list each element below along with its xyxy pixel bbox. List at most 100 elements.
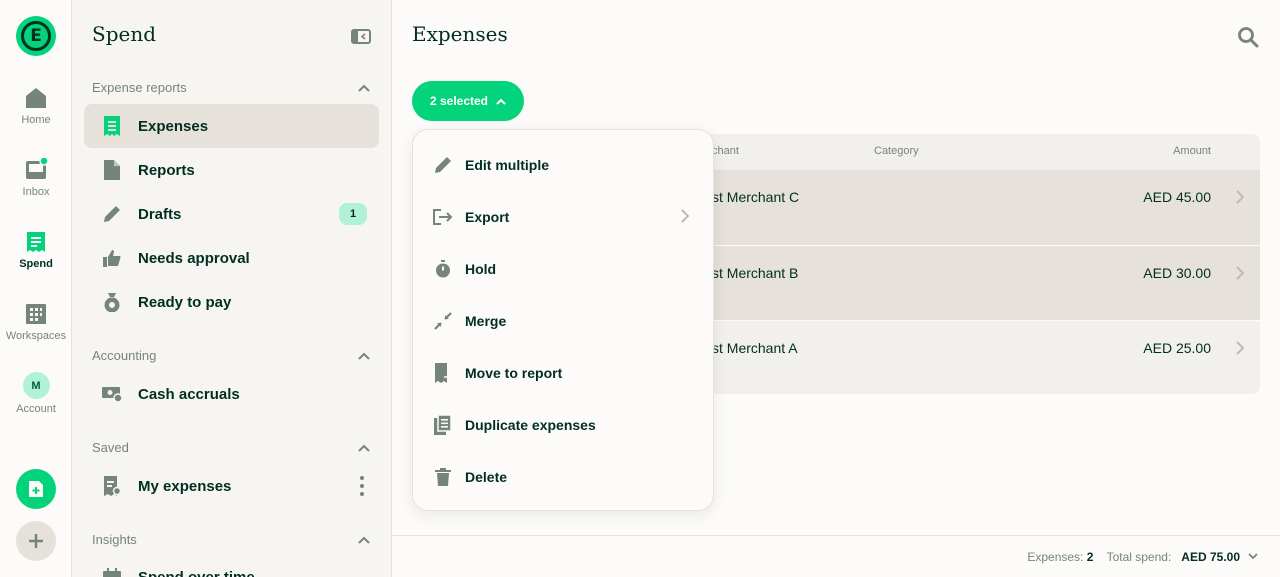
sidebar-item-spend-over-time[interactable]: Spend over time	[84, 555, 379, 577]
sidebar-item-cash-accruals[interactable]: Cash accruals	[84, 372, 379, 416]
drafts-count-badge: 1	[339, 203, 367, 225]
menu-item-edit-multiple[interactable]: Edit multiple	[413, 139, 713, 191]
column-category[interactable]: Category	[874, 145, 919, 157]
rail-label-inbox: Inbox	[22, 186, 50, 198]
avatar: M	[22, 372, 50, 399]
menu-item-label: Hold	[465, 261, 497, 277]
chevron-up-icon	[358, 444, 370, 452]
menu-item-export[interactable]: Export	[413, 191, 713, 243]
menu-item-delete[interactable]: Delete	[413, 451, 713, 503]
expensify-logo[interactable]: E	[16, 16, 56, 56]
sidebar-item-reports[interactable]: Reports	[84, 148, 379, 192]
menu-item-label: Export	[465, 209, 510, 225]
calendar-icon	[102, 567, 122, 577]
money-bag-icon	[102, 292, 122, 312]
sidebar-item-label: Ready to pay	[138, 293, 232, 311]
amount-cell: AED 25.00	[1143, 340, 1211, 356]
rail-item-home[interactable]: Home	[0, 86, 72, 126]
menu-item-label: Move to report	[465, 365, 563, 381]
pencil-icon	[102, 204, 122, 224]
merge-icon	[433, 311, 453, 331]
amount-cell: AED 30.00	[1143, 265, 1211, 281]
saved-search-icon	[102, 476, 122, 496]
rail-label-account: Account	[16, 403, 56, 415]
rail-label-workspaces: Workspaces	[5, 330, 67, 342]
column-amount[interactable]: Amount	[1173, 145, 1211, 157]
sidebar-item-label: Drafts	[138, 205, 182, 223]
menu-item-hold[interactable]: Hold	[413, 243, 713, 295]
stopwatch-icon	[433, 259, 453, 279]
rail-item-workspaces[interactable]: Workspaces	[0, 302, 72, 342]
menu-item-merge[interactable]: Merge	[413, 295, 713, 347]
sidebar-item-label: Expenses	[138, 117, 209, 135]
logo-letter: E	[21, 21, 51, 51]
section-label: Insights	[92, 532, 137, 547]
selection-count: 2 selected	[429, 94, 489, 108]
duplicate-icon	[433, 415, 453, 435]
amount-cell: AED 45.00	[1143, 189, 1211, 205]
rail-label-spend: Spend	[19, 258, 53, 270]
sidebar-item-label: Spend over time	[138, 568, 255, 577]
sidebar-item-label: Needs approval	[138, 249, 250, 267]
inbox-icon	[26, 158, 48, 179]
totals-summary[interactable]: Expenses: 2 Total spend: AED 75.00	[1027, 550, 1240, 564]
rail-item-spend[interactable]: Spend	[0, 230, 72, 270]
new-expense-icon	[29, 481, 43, 497]
section-expense-reports[interactable]: Expense reports	[92, 80, 370, 95]
search-icon[interactable]	[1237, 26, 1259, 48]
section-label: Expense reports	[92, 80, 187, 95]
more-options-icon[interactable]	[359, 476, 365, 496]
section-label: Saved	[92, 440, 129, 455]
create-expense-button[interactable]	[16, 469, 56, 509]
column-merchant[interactable]: chant	[712, 145, 739, 157]
merchant-cell: st Merchant A	[712, 340, 798, 356]
selection-dropdown-button[interactable]: 2 selected	[412, 81, 524, 121]
total-spend-label: Total spend:	[1106, 550, 1172, 564]
totals-footer: Expenses: 2 Total spend: AED 75.00	[392, 535, 1280, 577]
section-saved[interactable]: Saved	[92, 440, 370, 455]
menu-item-duplicate-expenses[interactable]: Duplicate expenses	[413, 399, 713, 451]
expenses-count-label: Expenses:	[1027, 550, 1084, 564]
move-to-report-icon	[433, 363, 453, 383]
receipt-icon	[102, 116, 122, 136]
section-label: Accounting	[92, 348, 157, 363]
sidebar-item-ready-to-pay[interactable]: Ready to pay	[84, 280, 379, 324]
chevron-up-icon	[358, 536, 370, 544]
trash-icon	[433, 467, 453, 487]
thumbs-up-icon	[102, 248, 122, 268]
menu-item-label: Edit multiple	[465, 157, 549, 173]
cash-icon	[102, 384, 122, 404]
sidebar-item-expenses[interactable]: Expenses	[84, 104, 379, 148]
merchant-cell: st Merchant C	[712, 189, 800, 205]
total-spend-value: AED 75.00	[1181, 550, 1240, 564]
menu-item-label: Merge	[465, 313, 507, 329]
sidebar-item-label: Reports	[138, 161, 195, 179]
bulk-actions-menu: Edit multiple Export Hold Merge Move to …	[412, 129, 714, 511]
spend-sidebar: Spend Expense reports Expenses Reports D…	[72, 0, 392, 577]
chevron-right-icon	[1236, 266, 1244, 280]
home-icon	[26, 88, 46, 108]
rail-label-home: Home	[21, 114, 51, 126]
rail-item-inbox[interactable]: Inbox	[0, 158, 72, 198]
collapse-sidebar-icon[interactable]	[351, 29, 371, 44]
sidebar-item-drafts[interactable]: Drafts 1	[84, 192, 379, 236]
sidebar-title: Spend	[92, 22, 157, 46]
chevron-right-icon	[1236, 341, 1244, 355]
section-accounting[interactable]: Accounting	[92, 348, 370, 363]
export-icon	[433, 207, 453, 227]
menu-item-move-to-report[interactable]: Move to report	[413, 347, 713, 399]
nav-rail: E Home Inbox Spend Workspaces M Account	[0, 0, 72, 577]
menu-item-label: Delete	[465, 469, 508, 485]
quick-action-button[interactable]	[16, 521, 56, 561]
rail-item-account[interactable]: M Account	[0, 372, 72, 415]
plus-icon	[29, 534, 43, 548]
sidebar-item-my-expenses[interactable]: My expenses	[84, 464, 379, 508]
chevron-right-icon	[681, 209, 689, 223]
menu-item-label: Duplicate expenses	[465, 417, 596, 433]
chevron-down-icon[interactable]	[1248, 553, 1258, 560]
merchant-cell: st Merchant B	[712, 265, 799, 281]
sidebar-item-label: Cash accruals	[138, 385, 240, 403]
document-icon	[102, 160, 122, 180]
sidebar-item-needs-approval[interactable]: Needs approval	[84, 236, 379, 280]
section-insights[interactable]: Insights	[92, 532, 370, 547]
